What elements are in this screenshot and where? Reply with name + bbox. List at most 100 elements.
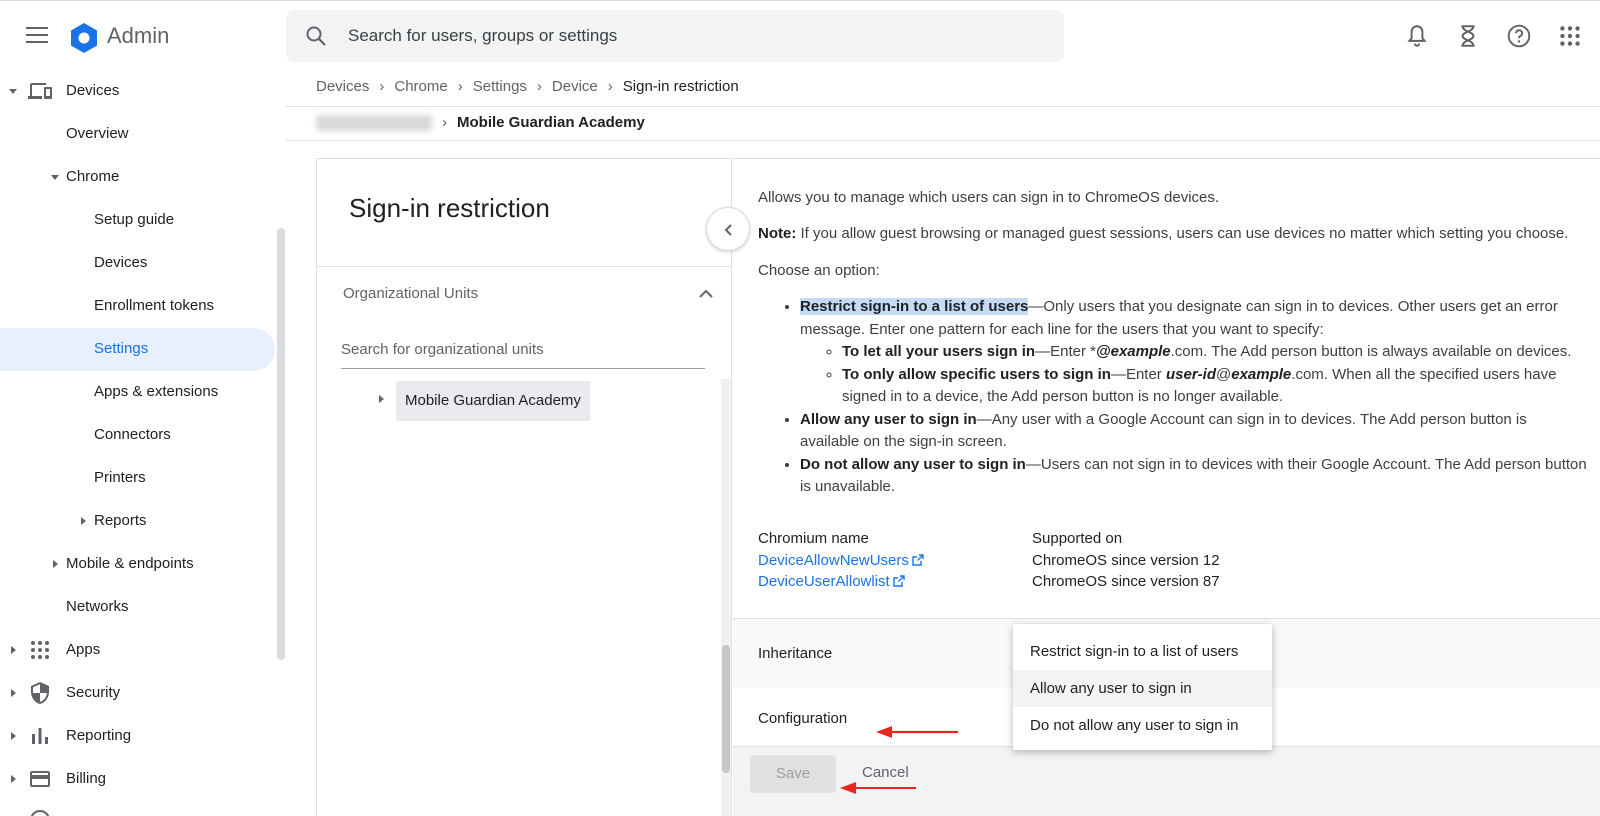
org-breadcrumb-current: Mobile Guardian Academy [457,114,645,131]
list-item: To only allow specific users to sign in—… [842,364,1588,409]
sidebar-item-label: Mobile & endpoints [66,555,194,572]
sidebar-item-label: Reporting [66,727,132,744]
policy-link[interactable]: DeviceUserAllowlist [758,573,890,590]
breadcrumb-settings[interactable]: Settings [473,78,527,95]
sidebar-item-label: Printers [94,469,146,486]
org-unit-search-input[interactable]: Search for organizational units [341,337,705,369]
dropdown-option-restrict[interactable]: Restrict sign-in to a list of users [1013,633,1272,670]
sidebar-nav: Devices Overview Chrome Setup guide Devi… [0,70,286,816]
sidebar-item-printers[interactable]: Printers [0,457,275,500]
sidebar-item-label: Chrome [66,168,120,185]
hourglass-tasks-icon[interactable] [1455,23,1481,49]
org-unit-item[interactable]: Mobile Guardian Academy [396,381,590,421]
expand-caret-icon [11,646,16,654]
setting-note: Note: If you allow guest browsing or man… [758,223,1568,245]
sidebar-item-reports[interactable]: Reports [0,500,275,543]
divider [317,266,731,267]
sidebar-item-label: Apps [66,641,101,658]
expand-caret-icon [9,89,17,94]
top-app-bar: Admin Search for users, groups or settin… [0,0,1600,70]
supported-on-column: Supported on ChromeOS since version 12 C… [1032,528,1220,593]
supported-header: Supported on [1032,530,1123,547]
supported-value: ChromeOS since version 87 [1032,573,1220,590]
breadcrumb-chrome[interactable]: Chrome [394,78,447,95]
breadcrumb-separator-icon: › [457,78,463,95]
policy-link[interactable]: DeviceAllowNewUsers [758,552,909,569]
chevron-up-icon[interactable] [697,285,715,303]
breadcrumb-separator-icon: › [536,78,542,95]
sidebar-item-label: Overview [66,125,129,142]
sidebar-item-reporting[interactable]: Reporting [0,715,275,758]
bar-chart-icon [32,728,48,744]
choose-option-label: Choose an option: [758,262,880,279]
expand-caret-icon[interactable] [379,395,384,403]
admin-logo-icon [71,23,97,53]
expand-caret-icon [11,775,16,783]
configuration-dropdown-menu: Restrict sign-in to a list of users Allo… [1013,624,1272,750]
expand-caret-icon [53,560,58,568]
expand-caret-icon [51,175,59,180]
sidebar-item-label: Settings [94,340,149,357]
dropdown-option-do-not-allow[interactable]: Do not allow any user to sign in [1013,707,1272,744]
sidebar-item-connectors[interactable]: Connectors [0,414,275,457]
global-search-input[interactable]: Search for users, groups or settings [286,10,1064,62]
supported-value: ChromeOS since version 12 [1032,551,1220,569]
sidebar-item-apps[interactable]: Apps [0,629,275,672]
notifications-bell-icon[interactable] [1404,23,1430,49]
list-item: Allow any user to sign in—Any user with … [800,409,1588,454]
main-menu-icon[interactable] [26,27,48,43]
sidebar-item-label: Apps & extensions [94,383,219,400]
sidebar-item-devices[interactable]: Devices [0,70,275,113]
org-breadcrumb: › Mobile Guardian Academy [316,114,645,134]
breadcrumb-devices[interactable]: Devices [316,78,369,95]
app-title: Admin [107,23,170,48]
apps-grid-icon [31,641,49,659]
sidebar-item-label: Security [66,684,121,701]
sidebar-item-label: Connectors [94,426,171,443]
sidebar-item-chrome-devices[interactable]: Devices [0,242,275,285]
sidebar-item-apps-extensions[interactable]: Apps & extensions [0,371,275,414]
sidebar-scrollbar[interactable] [277,228,285,660]
external-link-icon [893,575,905,587]
panel-scrollbar[interactable] [722,645,730,773]
sidebar-item-label: Setup guide [94,211,175,228]
sidebar-item-settings[interactable]: Settings [0,328,275,371]
sidebar-item-label: Devices [66,82,120,99]
annotation-arrow-icon [840,782,916,794]
save-button[interactable]: Save [750,755,836,793]
option-label: Allow any user to sign in [1030,680,1192,697]
breadcrumb: Devices › Chrome › Settings › Device › Sign-in r… [316,78,739,98]
option-text: @example [1095,343,1171,360]
expand-caret-icon [11,689,16,697]
sidebar-item-mobile-endpoints[interactable]: Mobile & endpoints [0,543,275,586]
breadcrumb-device[interactable]: Device [552,78,598,95]
option-title: Allow any user to sign in [800,410,977,428]
apps-launcher-icon[interactable] [1557,23,1583,49]
account-icon [30,810,50,816]
option-text: .com. The Add person button is always av… [1170,343,1572,360]
option-text: example [1231,365,1292,383]
sidebar-item-enrollment-tokens[interactable]: Enrollment tokens [0,285,275,328]
sidebar-item-overview[interactable]: Overview [0,113,275,156]
note-text: If you allow guest browsing or managed g… [796,225,1569,242]
sidebar-item-label: Reports [94,512,147,529]
list-item: Restrict sign-in to a list of users—Only… [800,296,1588,409]
chromium-name-column: Chromium name DeviceAllowNewUsers Device… [758,528,924,593]
sidebar-item-chrome[interactable]: Chrome [0,156,275,199]
breadcrumb-separator-icon: › [442,114,447,131]
sidebar-item-billing[interactable]: Billing [0,758,275,801]
dropdown-option-allow-any[interactable]: Allow any user to sign in [1013,670,1272,707]
sidebar-item-setup-guide[interactable]: Setup guide [0,199,275,242]
option-title: Do not allow any user to sign in [800,455,1026,473]
sidebar-item-label: Devices [94,254,148,271]
sidebar-item-networks[interactable]: Networks [0,586,275,629]
help-icon[interactable] [1506,23,1532,49]
search-icon [306,26,326,46]
chromium-name-header: Chromium name [758,530,869,547]
redacted-domain[interactable] [316,115,432,132]
expand-caret-icon [81,517,86,525]
search-placeholder: Search for users, groups or settings [348,26,618,45]
shield-icon [31,682,49,704]
sidebar-item-security[interactable]: Security [0,672,275,715]
option-text: @ [1216,365,1232,383]
